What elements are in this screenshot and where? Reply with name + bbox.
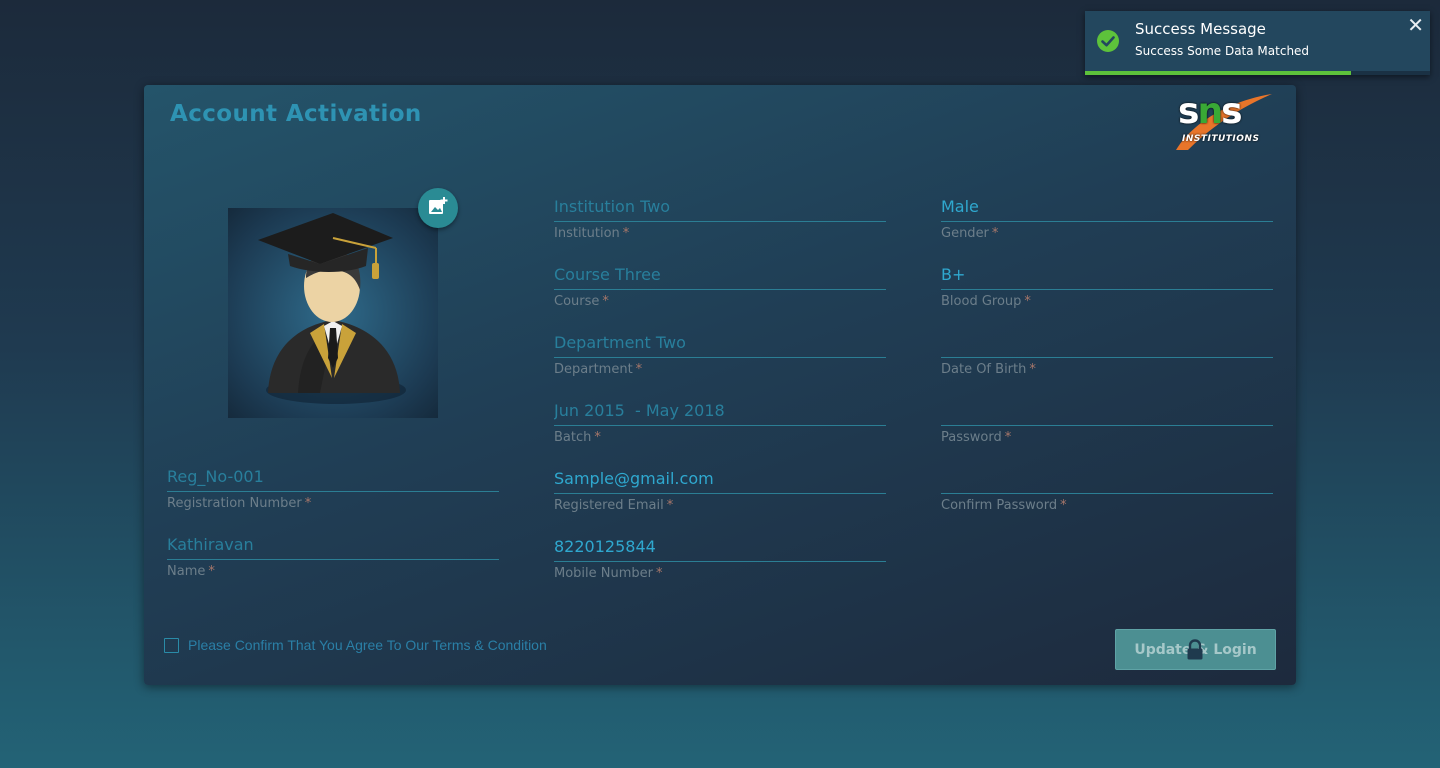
gender-input[interactable]: Male [941, 189, 1273, 222]
registration-number-label: Registration Number [167, 496, 302, 511]
terms-checkbox[interactable] [164, 637, 179, 653]
required-mark: * [1024, 294, 1031, 309]
mobile-input[interactable]: 8220125844 [554, 529, 886, 562]
toast-progress-track [1085, 71, 1430, 75]
confirm-password-field[interactable]: Confirm Password * [941, 461, 1273, 513]
page-title: Account Activation [170, 101, 422, 127]
course-input[interactable]: Course Three [554, 257, 886, 290]
logo-letter-s1: s [1178, 91, 1199, 132]
dob-field[interactable]: Date Of Birth * [941, 325, 1273, 377]
check-circle-icon [1096, 29, 1120, 57]
required-mark: * [594, 430, 601, 445]
required-mark: * [666, 498, 674, 513]
batch-field[interactable]: Jun 2015 - May 2018 Batch * [554, 393, 886, 445]
close-icon[interactable]: ✕ [1407, 13, 1424, 37]
success-toast: Success Message Success Some Data Matche… [1085, 11, 1430, 75]
email-input[interactable]: Sample@gmail.com [554, 461, 886, 494]
password-field[interactable]: Password * [941, 393, 1273, 445]
required-mark: * [635, 362, 643, 377]
dob-input[interactable] [941, 325, 1273, 358]
mobile-field[interactable]: 8220125844 Mobile Number * [554, 529, 886, 581]
required-mark: * [208, 564, 215, 579]
institution-input[interactable]: Institution Two [554, 189, 886, 222]
email-label: Registered Email [554, 498, 664, 513]
gender-label: Gender [941, 226, 989, 241]
blood-group-field[interactable]: B+ Blood Group * [941, 257, 1273, 309]
blood-group-input[interactable]: B+ [941, 257, 1273, 290]
required-mark: * [1004, 430, 1012, 445]
department-label: Department [554, 362, 633, 377]
logo-letter-s2: s [1221, 91, 1242, 132]
required-mark: * [1060, 498, 1067, 513]
add-photo-icon [428, 196, 448, 220]
account-activation-card: Account Activation sns INSTITUTIONS Reg_… [144, 85, 1296, 685]
logo-letter-n: n [1197, 91, 1223, 132]
profile-photo [228, 208, 438, 418]
add-photo-button[interactable] [418, 188, 458, 228]
dob-label: Date Of Birth [941, 362, 1027, 377]
terms-checkbox-row[interactable]: Please Confirm That You Agree To Our Ter… [164, 637, 547, 653]
required-mark: * [656, 566, 663, 581]
sns-logo: sns INSTITUTIONS [1174, 90, 1274, 150]
required-mark: * [991, 226, 999, 241]
required-mark: * [622, 226, 630, 241]
confirm-password-label: Confirm Password [941, 498, 1058, 513]
toast-title: Success Message [1135, 20, 1266, 38]
registration-number-input[interactable]: Reg_No-001 [167, 459, 499, 492]
name-input[interactable]: Kathiravan [167, 527, 499, 560]
toast-progress-fill [1085, 71, 1351, 75]
logo-subtitle: INSTITUTIONS [1182, 134, 1260, 144]
mobile-label: Mobile Number [554, 566, 653, 581]
required-mark: * [304, 496, 312, 511]
blood-group-label: Blood Group [941, 294, 1022, 309]
update-login-button[interactable]: Update & Login [1115, 629, 1276, 670]
toast-message: Success Some Data Matched [1135, 44, 1310, 58]
course-field[interactable]: Course Three Course * [554, 257, 886, 309]
institution-field[interactable]: Institution Two Institution * [554, 189, 886, 241]
department-field[interactable]: Department Two Department * [554, 325, 886, 377]
registration-number-field[interactable]: Reg_No-001 Registration Number * [167, 459, 499, 511]
graduate-avatar-icon [258, 213, 406, 404]
terms-label[interactable]: Please Confirm That You Agree To Our Ter… [188, 637, 547, 653]
required-mark: * [602, 294, 609, 309]
confirm-password-input[interactable] [941, 461, 1273, 494]
lock-icon [1186, 639, 1204, 665]
batch-label: Batch [554, 430, 592, 445]
course-label: Course [554, 294, 600, 309]
email-field[interactable]: Sample@gmail.com Registered Email * [554, 461, 886, 513]
department-input[interactable]: Department Two [554, 325, 886, 358]
name-field[interactable]: Kathiravan Name * [167, 527, 499, 579]
password-label: Password [941, 430, 1002, 445]
institution-label: Institution [554, 226, 620, 241]
password-input[interactable] [941, 393, 1273, 426]
batch-input[interactable]: Jun 2015 - May 2018 [554, 393, 886, 426]
name-label: Name [167, 564, 206, 579]
gender-field[interactable]: Male Gender * [941, 189, 1273, 241]
required-mark: * [1029, 362, 1036, 377]
